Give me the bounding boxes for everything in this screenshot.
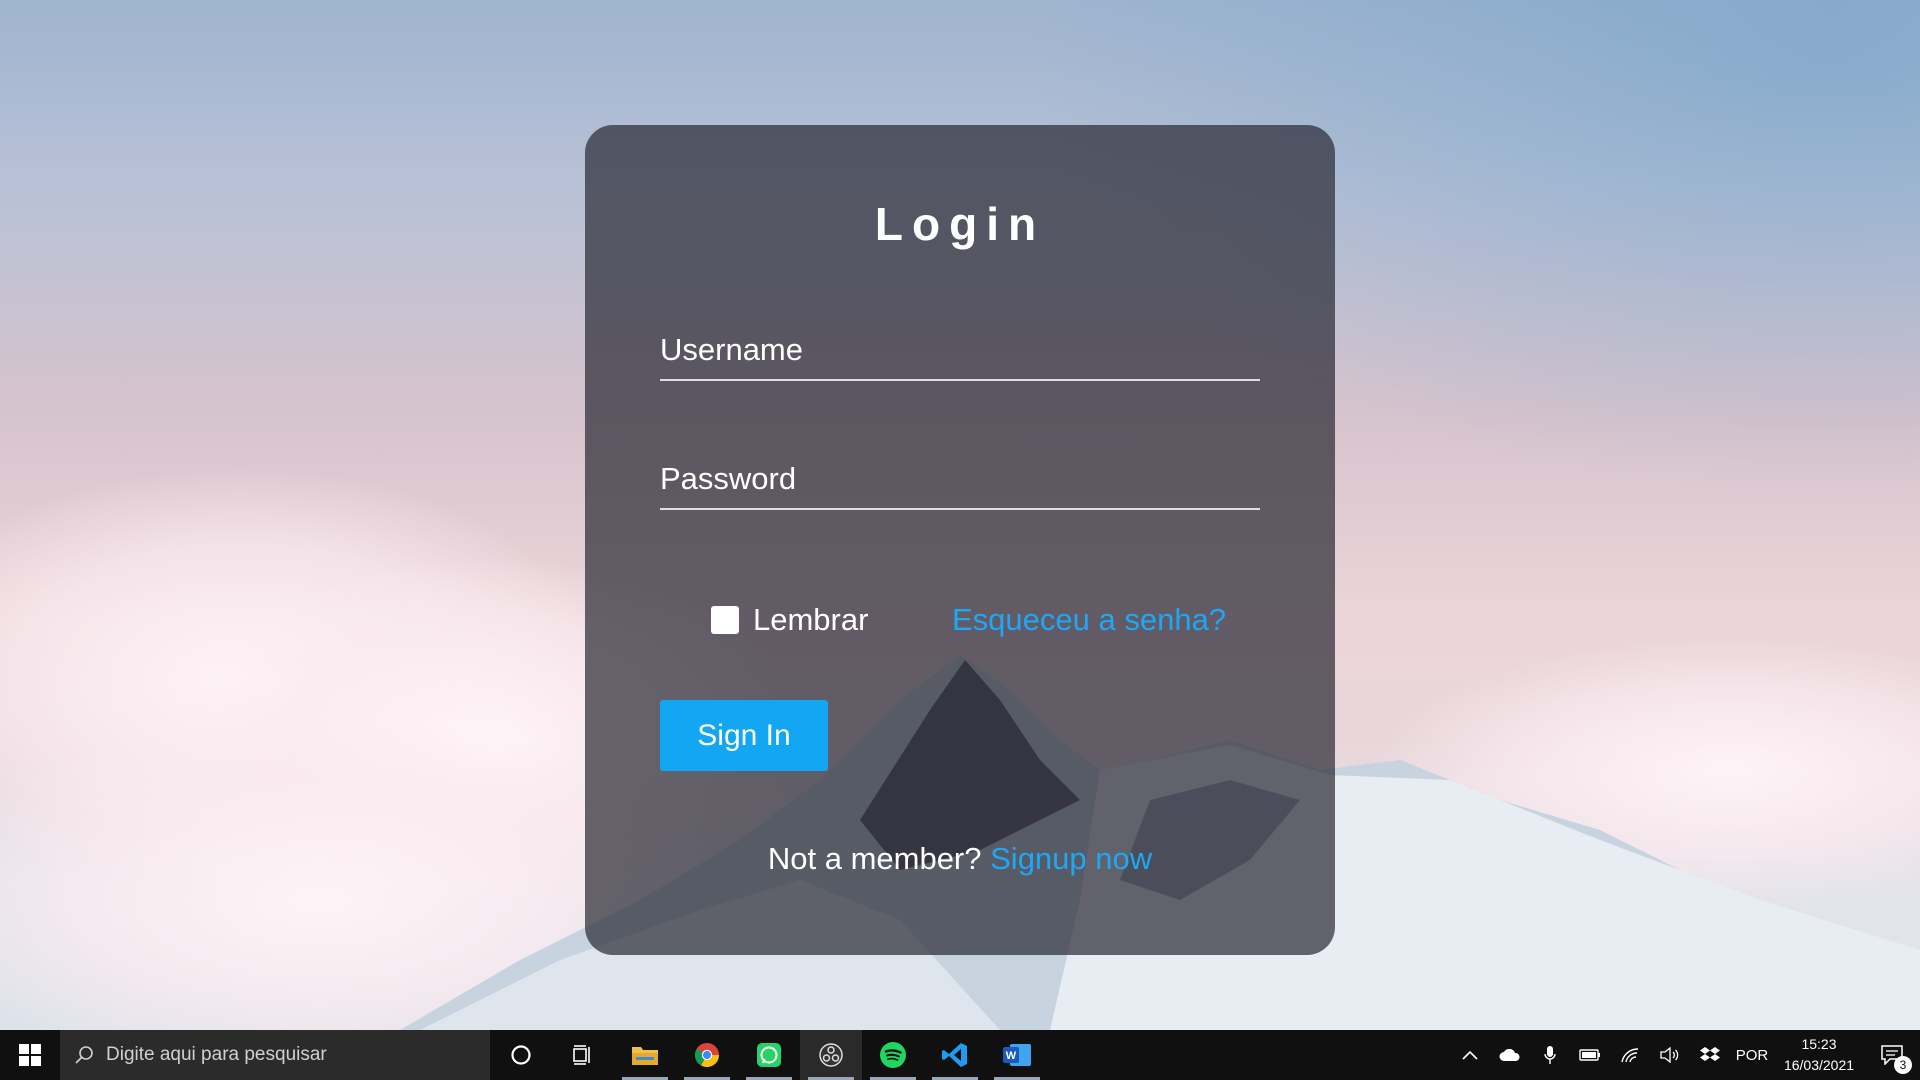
spotify-icon[interactable] — [862, 1030, 924, 1080]
signup-prompt: Not a member? Signup now — [585, 841, 1335, 877]
not-member-text: Not a member? — [767, 841, 982, 876]
clock-date: 16/03/2021 — [1783, 1057, 1855, 1073]
signup-link[interactable]: Signup now — [990, 841, 1152, 876]
taskbar: Digite aqui para pesquisar W POR 15:23 1… — [0, 1030, 1920, 1080]
taskbar-search[interactable]: Digite aqui para pesquisar — [60, 1030, 490, 1080]
wifi-icon[interactable] — [1610, 1030, 1650, 1080]
start-button[interactable] — [0, 1030, 60, 1080]
task-view-icon[interactable] — [552, 1030, 614, 1080]
file-explorer-icon[interactable] — [614, 1030, 676, 1080]
notification-center-button[interactable]: 3 — [1864, 1030, 1920, 1080]
onedrive-icon[interactable] — [1490, 1030, 1530, 1080]
username-input[interactable] — [660, 321, 1260, 379]
windows-icon — [19, 1044, 41, 1066]
password-input[interactable] — [660, 450, 1260, 508]
login-card: Login Lembrar Esqueceu a senha? Sign In … — [585, 125, 1335, 955]
clock[interactable]: 15:23 16/03/2021 — [1774, 1034, 1864, 1076]
search-icon — [75, 1046, 93, 1064]
system-tray: POR 15:23 16/03/2021 3 — [1450, 1030, 1920, 1080]
remember-checkbox[interactable] — [711, 606, 739, 634]
svg-text:W: W — [1006, 1050, 1017, 1062]
microphone-icon[interactable] — [1530, 1030, 1570, 1080]
dropbox-icon[interactable] — [1690, 1030, 1730, 1080]
whatsapp-icon[interactable] — [738, 1030, 800, 1080]
word-icon[interactable]: W — [986, 1030, 1048, 1080]
search-placeholder: Digite aqui para pesquisar — [106, 1044, 327, 1065]
username-field-wrapper — [660, 321, 1260, 381]
chevron-up-icon[interactable] — [1450, 1030, 1490, 1080]
chrome-icon[interactable] — [676, 1030, 738, 1080]
volume-icon[interactable] — [1650, 1030, 1690, 1080]
remember-label: Lembrar — [753, 602, 869, 637]
notification-badge: 3 — [1894, 1056, 1912, 1074]
battery-icon[interactable] — [1570, 1030, 1610, 1080]
obs-icon[interactable] — [800, 1030, 862, 1080]
clock-time: 15:23 — [1801, 1036, 1837, 1052]
password-field-wrapper — [660, 450, 1260, 510]
sign-in-button[interactable]: Sign In — [660, 700, 828, 771]
language-indicator[interactable]: POR — [1730, 1030, 1774, 1080]
forgot-password-link[interactable]: Esqueceu a senha? — [952, 599, 1226, 641]
remember-option[interactable]: Lembrar — [711, 599, 868, 641]
login-title: Login — [874, 198, 1046, 250]
cortana-icon[interactable] — [490, 1030, 552, 1080]
vscode-icon[interactable] — [924, 1030, 986, 1080]
